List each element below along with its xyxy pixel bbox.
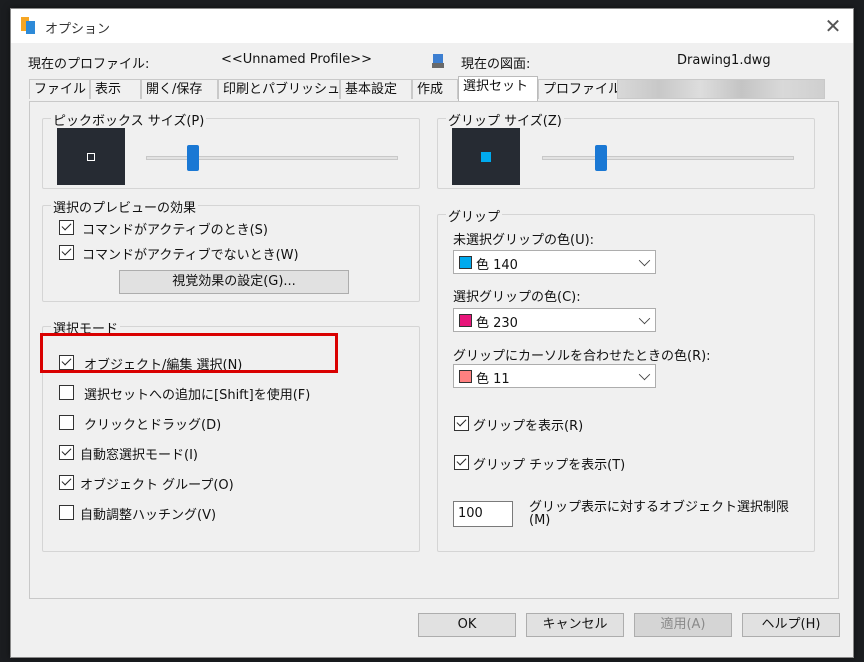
highlight-box xyxy=(40,333,338,373)
grip-square xyxy=(481,152,491,162)
checkbox-label: クリックとドラッグ(D) xyxy=(84,418,222,433)
tab-selection[interactable]: 選択セット xyxy=(458,76,538,101)
checkbox[interactable] xyxy=(59,245,74,260)
checkbox-label: グリップを表示(R) xyxy=(473,419,584,434)
current-profile-value: <<Unnamed Profile>> xyxy=(221,52,372,67)
checkbox-label: 自動調整ハッチング(V) xyxy=(80,508,217,523)
checkbox-label: コマンドがアクティブでないとき(W) xyxy=(82,248,299,263)
chevron-down-icon xyxy=(638,368,651,381)
drawing-icon xyxy=(432,54,444,68)
apply-button[interactable]: 適用(A) xyxy=(634,613,732,637)
help-button[interactable]: ヘルプ(H) xyxy=(742,613,840,637)
visual-effects-settings-button[interactable]: 視覚効果の設定(G)... xyxy=(119,270,349,294)
checkbox[interactable] xyxy=(454,455,469,470)
checkbox[interactable] xyxy=(59,385,74,400)
tab-drafting[interactable]: 作成 xyxy=(412,79,458,99)
grip-size-group: グリップ サイズ(Z) xyxy=(437,110,815,189)
grip-object-limit-label: グリップ表示に対するオブジェクト選択制限 xyxy=(529,500,790,515)
cancel-button[interactable]: キャンセル xyxy=(526,613,624,637)
chevron-down-icon xyxy=(638,254,651,267)
checkbox-label: コマンドがアクティブのとき(S) xyxy=(82,223,268,238)
checkbox-label: グリップ チップを表示(T) xyxy=(473,458,626,473)
grip-slider-track[interactable] xyxy=(542,156,794,160)
title-bar: オプション ✕ xyxy=(11,9,853,43)
tab-system[interactable]: 基本設定 xyxy=(340,79,412,99)
grip-slider-thumb[interactable] xyxy=(594,145,607,171)
selected-grip-color-label: 選択グリップの色(C): xyxy=(453,290,581,305)
tab-plot-publish[interactable]: 印刷とパブリッシュ xyxy=(218,79,340,99)
checkbox[interactable] xyxy=(59,505,74,520)
pickbox-square xyxy=(87,153,95,161)
tab-open-save[interactable]: 開く/保存 xyxy=(141,79,218,99)
color-swatch xyxy=(459,314,472,327)
checkbox[interactable] xyxy=(59,445,74,460)
tab-display[interactable]: 表示 xyxy=(90,79,141,99)
preview-effects-title: 選択のプレビューの効果 xyxy=(51,197,199,216)
select-value: 色 140 xyxy=(476,258,518,273)
checkbox[interactable] xyxy=(59,475,74,490)
grip-preview xyxy=(452,128,520,185)
grip-object-limit-label-suffix: (M) xyxy=(529,513,551,528)
selected-grip-color-select[interactable]: 色 230 xyxy=(453,308,656,332)
current-drawing-value: Drawing1.dwg xyxy=(677,53,771,68)
checkbox[interactable] xyxy=(59,220,74,235)
window-title: オプション xyxy=(45,22,111,37)
pickbox-group: ピックボックス サイズ(P) xyxy=(42,110,420,189)
grips-title: グリップ xyxy=(446,206,503,225)
checkbox[interactable] xyxy=(59,415,74,430)
current-profile-label: 現在のプロファイル: xyxy=(28,57,150,72)
hover-grip-color-select[interactable]: 色 11 xyxy=(453,364,656,388)
blurred-tab xyxy=(617,79,825,99)
pickbox-slider-thumb[interactable] xyxy=(186,145,199,171)
hover-grip-color-label: グリップにカーソルを合わせたときの色(R): xyxy=(453,349,711,364)
close-button[interactable]: ✕ xyxy=(813,9,853,43)
pickbox-preview xyxy=(57,128,125,185)
select-value: 色 230 xyxy=(476,316,518,331)
preview-effects-group: 選択のプレビューの効果 コマンドがアクティブのとき(S) コマンドがアクティブで… xyxy=(42,197,420,302)
grip-size-title: グリップ サイズ(Z) xyxy=(446,110,564,129)
checkbox-label: 自動窓選択モード(I) xyxy=(80,448,198,463)
select-value: 色 11 xyxy=(476,372,510,387)
app-logo-icon xyxy=(21,17,35,34)
checkbox-label: オブジェクト グループ(O) xyxy=(80,478,234,493)
color-swatch xyxy=(459,370,472,383)
pickbox-slider-track[interactable] xyxy=(146,156,398,160)
grip-object-limit-input[interactable]: 100 xyxy=(453,501,513,527)
color-swatch xyxy=(459,256,472,269)
ok-button[interactable]: OK xyxy=(418,613,516,637)
chevron-down-icon xyxy=(638,312,651,325)
grips-group: グリップ 未選択グリップの色(U): 色 140 選択グリップの色(C): 色 … xyxy=(437,206,815,552)
checkbox-label: 選択セットへの追加に[Shift]を使用(F) xyxy=(84,388,311,403)
pickbox-title: ピックボックス サイズ(P) xyxy=(51,110,207,129)
checkbox[interactable] xyxy=(454,416,469,431)
tab-files[interactable]: ファイル xyxy=(29,79,90,99)
unselected-grip-color-select[interactable]: 色 140 xyxy=(453,250,656,274)
unselected-grip-color-label: 未選択グリップの色(U): xyxy=(453,233,595,248)
tab-profiles[interactable]: プロファイル xyxy=(538,79,624,99)
current-drawing-label: 現在の図面: xyxy=(461,57,531,72)
